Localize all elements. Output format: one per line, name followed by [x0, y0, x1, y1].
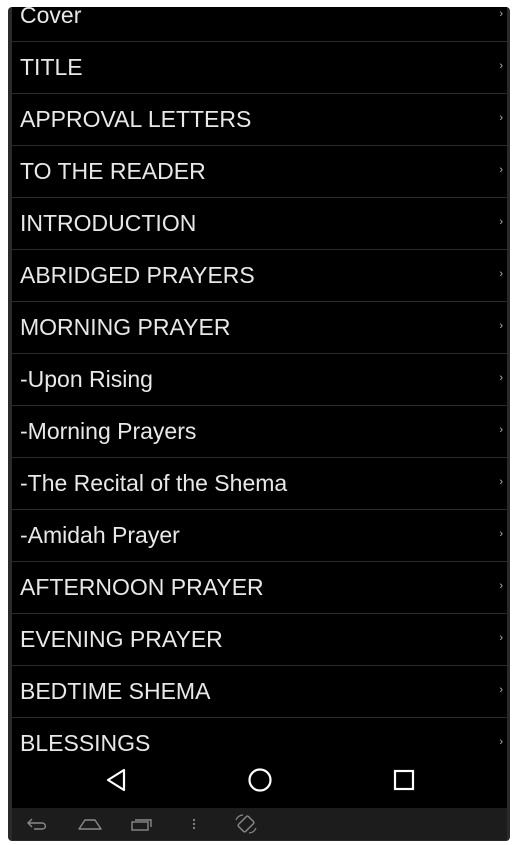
chevron-right-icon: › — [499, 60, 503, 72]
chevron-right-icon: › — [499, 476, 503, 488]
toc-item-cover[interactable]: Cover › — [12, 7, 507, 42]
rotate-icon[interactable] — [232, 814, 260, 834]
chevron-right-icon: › — [499, 372, 503, 384]
toc-item-to-the-reader[interactable]: TO THE READER › — [12, 146, 507, 198]
toc-item-label: -Morning Prayers — [20, 418, 197, 444]
chevron-right-icon: › — [499, 684, 503, 696]
toc-item-abridged-prayers[interactable]: ABRIDGED PRAYERS › — [12, 250, 507, 302]
chevron-right-icon: › — [499, 216, 503, 228]
toc-item-morning-prayers[interactable]: -Morning Prayers › — [12, 406, 507, 458]
toc-item-label: TO THE READER — [20, 158, 206, 184]
chevron-right-icon: › — [499, 164, 503, 176]
toc-item-label: -The Recital of the Shema — [20, 470, 288, 496]
toc-item-evening-prayer[interactable]: EVENING PRAYER › — [12, 614, 507, 666]
back-icon[interactable] — [24, 814, 52, 834]
chevron-right-icon: › — [499, 528, 503, 540]
toc-item-afternoon-prayer[interactable]: AFTERNOON PRAYER › — [12, 562, 507, 614]
toc-item-label: ABRIDGED PRAYERS — [20, 262, 255, 288]
toc-list: Cover › TITLE › APPROVAL LETTERS › TO TH… — [12, 7, 507, 752]
toc-item-label: -Amidah Prayer — [20, 522, 180, 548]
recents-icon[interactable] — [128, 814, 156, 834]
toc-item-introduction[interactable]: INTRODUCTION › — [12, 198, 507, 250]
chevron-right-icon: › — [499, 632, 503, 644]
home-icon[interactable] — [245, 765, 275, 795]
chevron-right-icon: › — [499, 112, 503, 124]
toc-item-bedtime-shema[interactable]: BEDTIME SHEMA › — [12, 666, 507, 718]
chevron-right-icon: › — [499, 580, 503, 592]
chevron-right-icon: › — [499, 268, 503, 280]
toc-item-label: AFTERNOON PRAYER — [20, 574, 264, 600]
system-navigation-bar — [12, 752, 507, 808]
toc-item-label: -Upon Rising — [20, 366, 153, 392]
toc-item-label: BLESSINGS — [20, 730, 151, 752]
toc-item-label: TITLE — [20, 54, 83, 80]
toc-item-label: EVENING PRAYER — [20, 626, 223, 652]
chevron-right-icon: › — [499, 424, 503, 436]
toc-item-label: Cover — [20, 7, 82, 28]
home-icon[interactable] — [76, 814, 104, 834]
legacy-button-bar — [12, 808, 507, 840]
toc-item-title[interactable]: TITLE › — [12, 42, 507, 94]
toc-item-label: BEDTIME SHEMA — [20, 678, 211, 704]
chevron-right-icon: › — [499, 320, 503, 332]
chevron-right-icon: › — [499, 736, 503, 748]
toc-item-label: MORNING PRAYER — [20, 314, 231, 340]
toc-item-approval-letters[interactable]: APPROVAL LETTERS › — [12, 94, 507, 146]
toc-item-morning-prayer[interactable]: MORNING PRAYER › — [12, 302, 507, 354]
recents-icon[interactable] — [389, 765, 419, 795]
menu-icon[interactable] — [180, 814, 208, 834]
toc-item-blessings[interactable]: BLESSINGS › — [12, 718, 507, 752]
toc-item-recital-of-the-shema[interactable]: -The Recital of the Shema › — [12, 458, 507, 510]
toc-item-label: APPROVAL LETTERS — [20, 106, 252, 132]
toc-item-label: INTRODUCTION — [20, 210, 197, 236]
toc-item-upon-rising[interactable]: -Upon Rising › — [12, 354, 507, 406]
toc-screen: Cover › TITLE › APPROVAL LETTERS › TO TH… — [12, 7, 507, 752]
chevron-right-icon: › — [499, 8, 503, 20]
toc-item-amidah-prayer[interactable]: -Amidah Prayer › — [12, 510, 507, 562]
back-icon[interactable] — [101, 765, 131, 795]
